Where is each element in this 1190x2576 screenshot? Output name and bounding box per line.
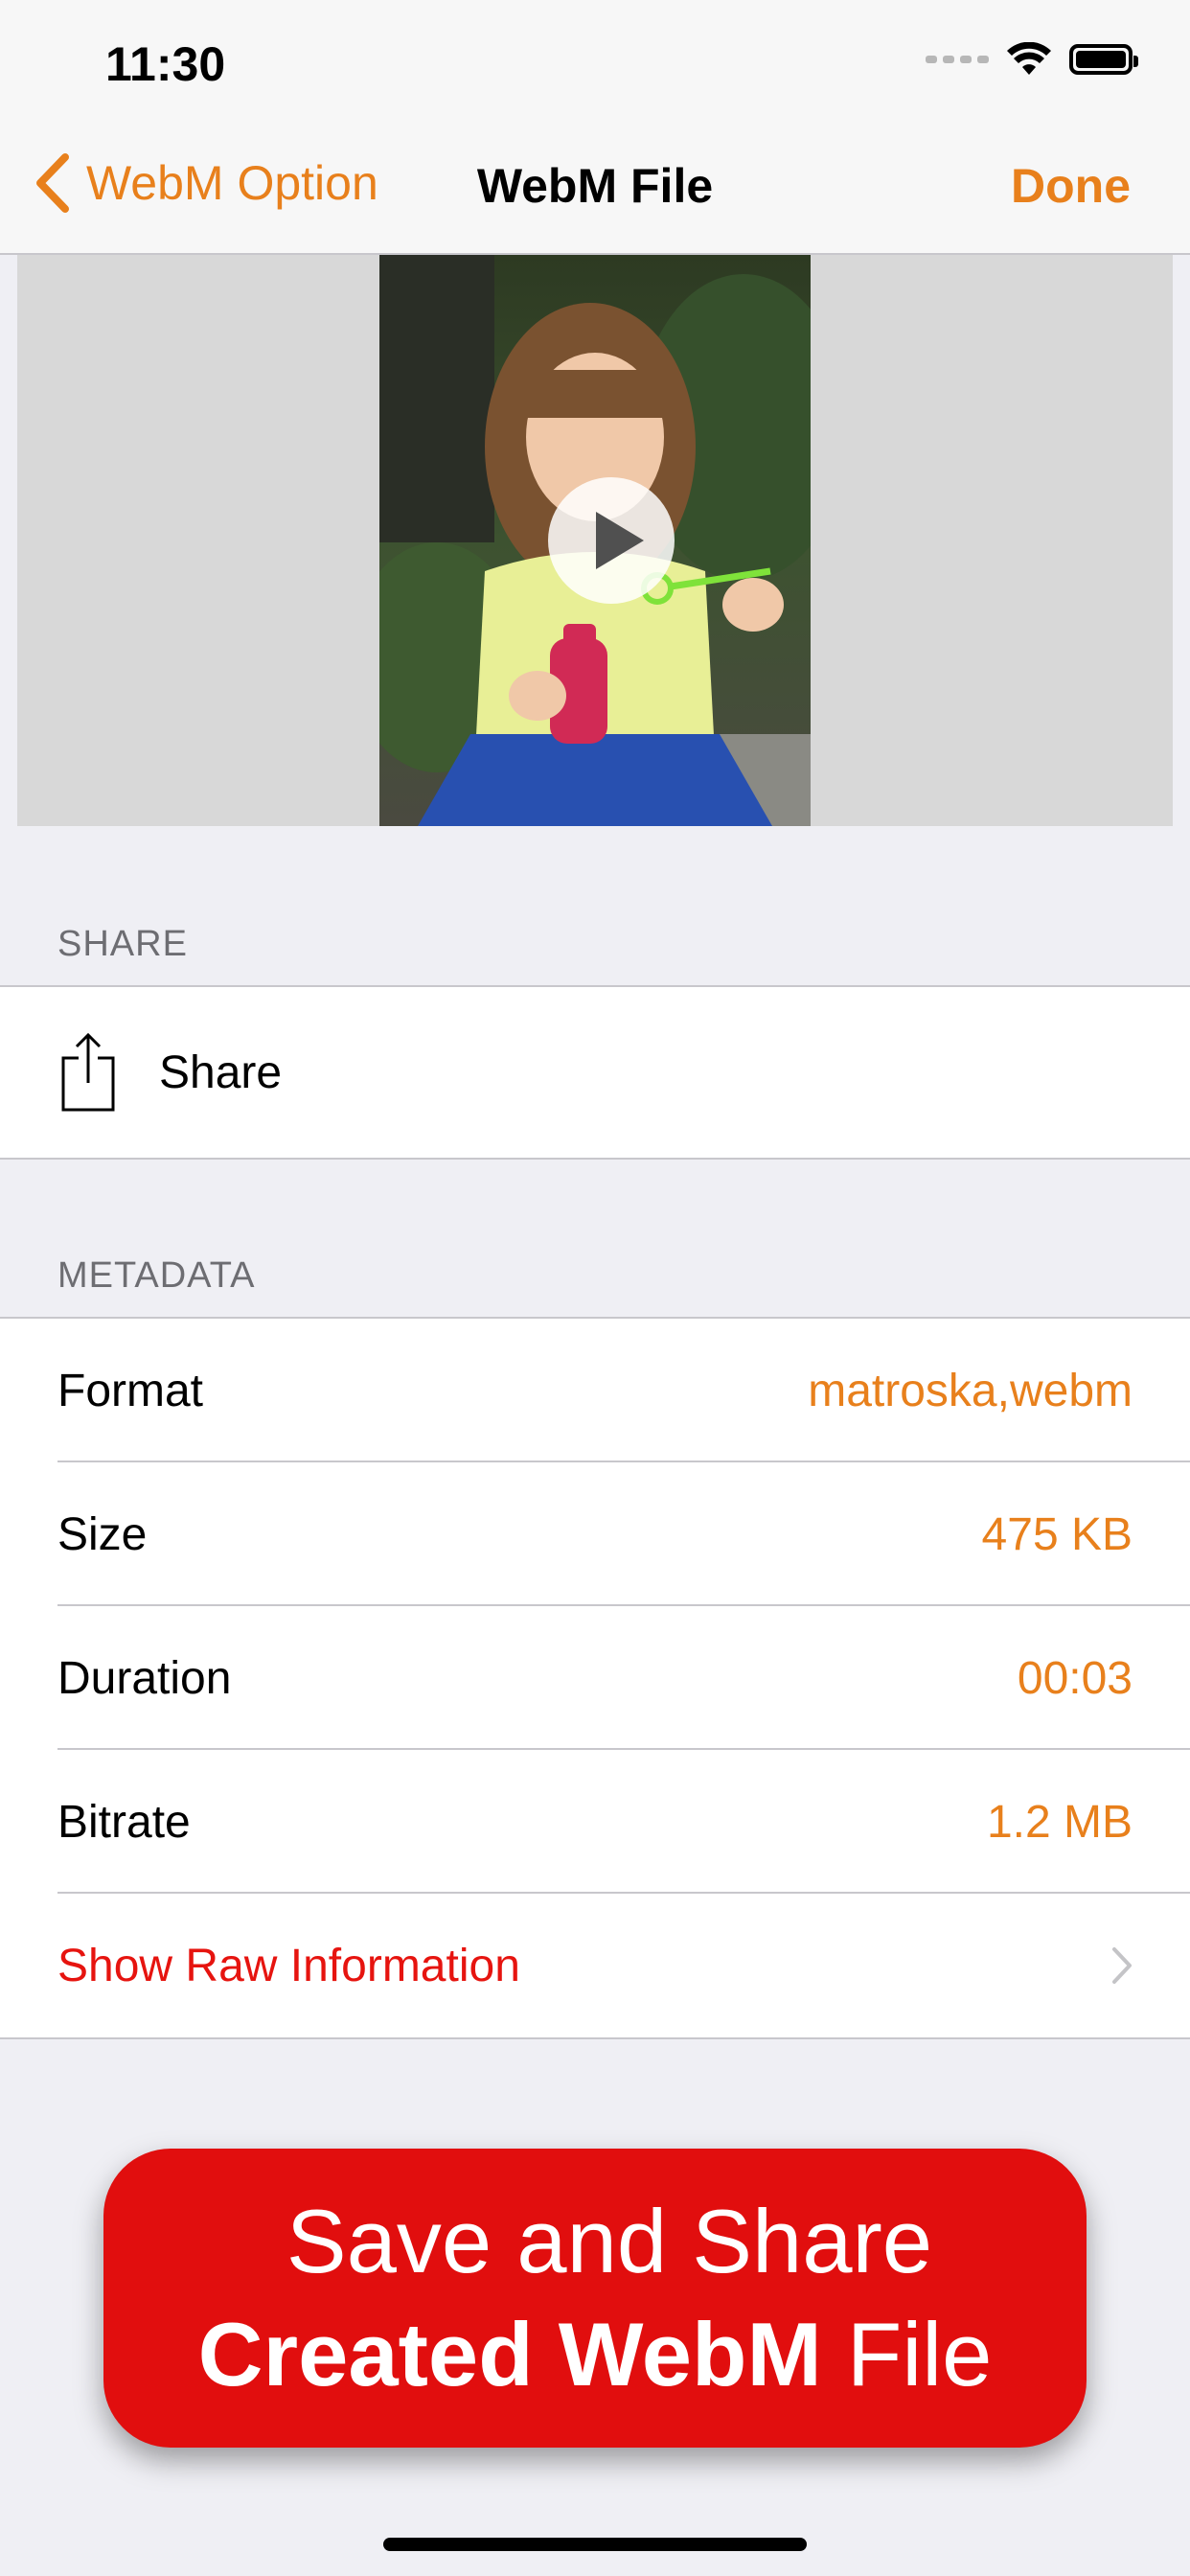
show-raw-information-row[interactable]: Show Raw Information xyxy=(0,1894,1190,2037)
save-and-share-banner[interactable]: Save and Share Created WebM File xyxy=(103,2149,1087,2448)
bitrate-row: Bitrate 1.2 MB xyxy=(0,1750,1190,1894)
signal-icon xyxy=(926,56,989,63)
battery-icon xyxy=(1069,44,1138,75)
home-indicator[interactable] xyxy=(383,2538,807,2551)
metadata-group: Format matroska,webm Size 475 KB Duratio… xyxy=(0,1317,1190,2039)
share-label: Share xyxy=(159,1046,283,1098)
navigation-bar: 11:30 WebM Option WebM File Done xyxy=(0,0,1190,255)
format-row: Format matroska,webm xyxy=(0,1319,1190,1462)
share-section-header: SHARE xyxy=(57,924,188,964)
format-label: Format xyxy=(57,1365,204,1416)
bitrate-label: Bitrate xyxy=(57,1796,191,1848)
duration-label: Duration xyxy=(57,1652,232,1704)
cta-line-2-bold: Created WebM xyxy=(197,2304,822,2404)
duration-value: 00:03 xyxy=(1017,1652,1133,1704)
chevron-right-icon xyxy=(1112,1947,1132,1984)
bitrate-value: 1.2 MB xyxy=(986,1796,1133,1848)
share-group: Share xyxy=(0,985,1190,1160)
video-thumbnail[interactable] xyxy=(379,255,811,826)
status-indicators xyxy=(926,42,1138,77)
wifi-icon xyxy=(1007,42,1051,75)
play-button[interactable] xyxy=(548,477,675,604)
metadata-section-header: METADATA xyxy=(57,1255,256,1296)
share-row[interactable]: Share xyxy=(0,987,1190,1158)
share-icon xyxy=(61,1032,115,1112)
show-raw-information-link[interactable]: Show Raw Information xyxy=(57,1940,1111,1992)
screen: 11:30 WebM Option WebM File Done SHARE S… xyxy=(0,0,1190,2576)
video-preview xyxy=(17,255,1173,826)
cta-line-2-rest: File xyxy=(821,2304,993,2404)
done-button[interactable]: Done xyxy=(1011,158,1131,214)
size-value: 475 KB xyxy=(981,1508,1133,1560)
cta-line-2: Created WebM File xyxy=(103,2298,1087,2411)
status-time: 11:30 xyxy=(105,37,226,91)
duration-row: Duration 00:03 xyxy=(0,1606,1190,1750)
format-value: matroska,webm xyxy=(808,1365,1133,1416)
cta-line-1: Save and Share xyxy=(286,2191,933,2291)
size-label: Size xyxy=(57,1508,148,1560)
size-row: Size 475 KB xyxy=(0,1462,1190,1606)
